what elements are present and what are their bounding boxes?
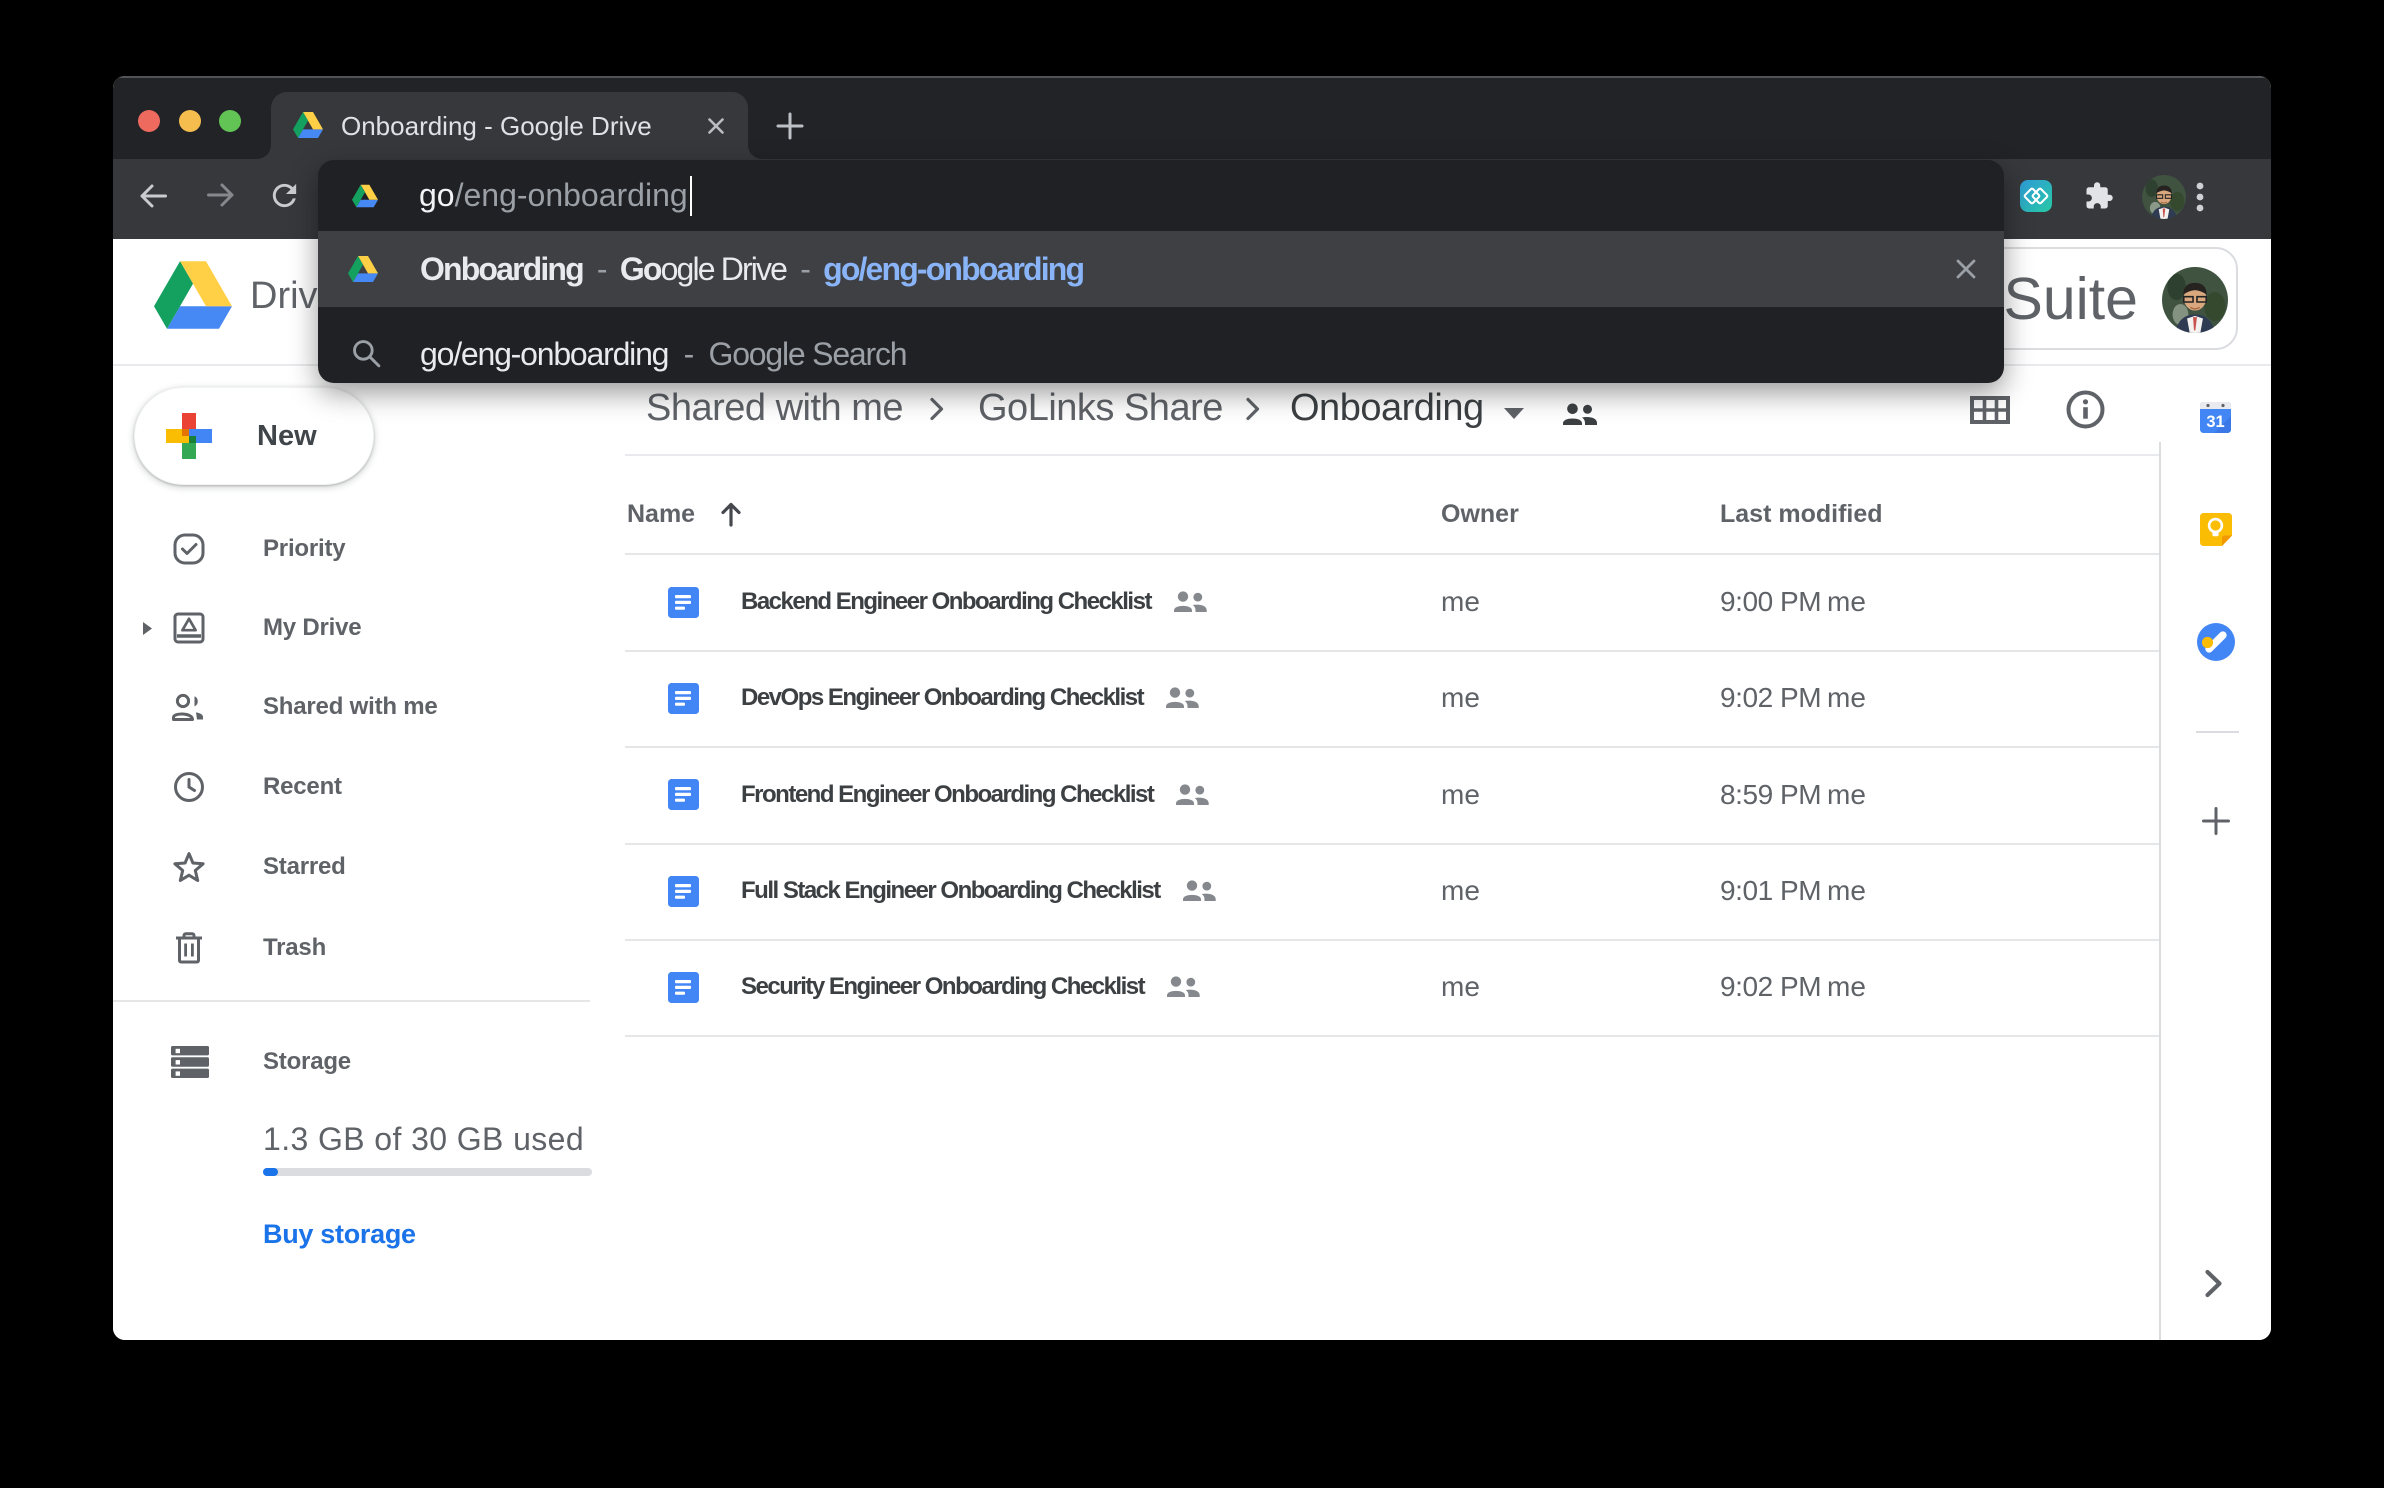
svg-text:31: 31: [2206, 413, 2224, 431]
